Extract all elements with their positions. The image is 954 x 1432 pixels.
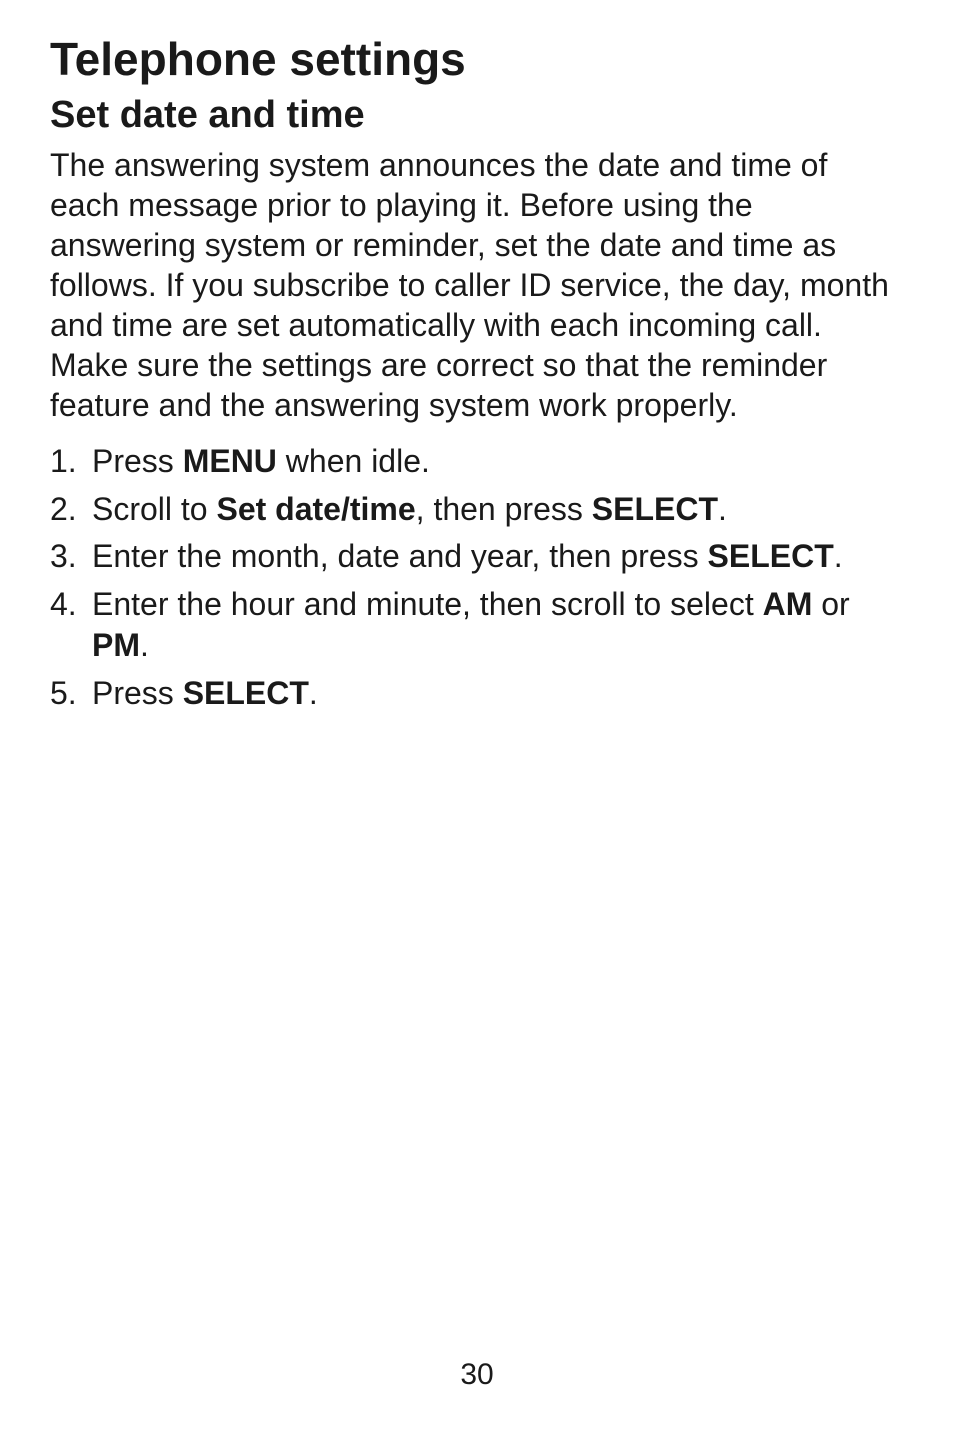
step-2: Scroll to Set date/time, then press SELE… [50, 489, 904, 531]
step-1: Press MENU when idle. [50, 441, 904, 483]
step-text: or [812, 586, 849, 622]
step-text: . [834, 538, 843, 574]
step-bold: PM [92, 627, 140, 663]
step-text: when idle. [277, 443, 430, 479]
step-text: Enter the hour and minute, then scroll t… [92, 586, 763, 622]
step-text: , then press [416, 491, 592, 527]
step-text: Enter the month, date and year, then pre… [92, 538, 708, 574]
step-bold: SELECT [183, 675, 309, 711]
step-bold: SELECT [708, 538, 834, 574]
page-title: Telephone settings [50, 32, 904, 86]
steps-list: Press MENU when idle. Scroll to Set date… [50, 441, 904, 715]
step-text: Press [92, 443, 183, 479]
step-text: . [718, 491, 727, 527]
step-text: Press [92, 675, 183, 711]
step-3: Enter the month, date and year, then pre… [50, 536, 904, 578]
step-bold: Set date/time [216, 491, 415, 527]
step-5: Press SELECT. [50, 673, 904, 715]
section-title: Set date and time [50, 94, 904, 137]
intro-paragraph: The answering system announces the date … [50, 145, 904, 425]
step-bold: SELECT [592, 491, 718, 527]
step-text: Scroll to [92, 491, 216, 527]
step-text: . [140, 627, 149, 663]
page-number: 30 [0, 1358, 954, 1392]
step-4: Enter the hour and minute, then scroll t… [50, 584, 904, 667]
step-bold: MENU [183, 443, 277, 479]
step-text: . [309, 675, 318, 711]
step-bold: AM [763, 586, 813, 622]
